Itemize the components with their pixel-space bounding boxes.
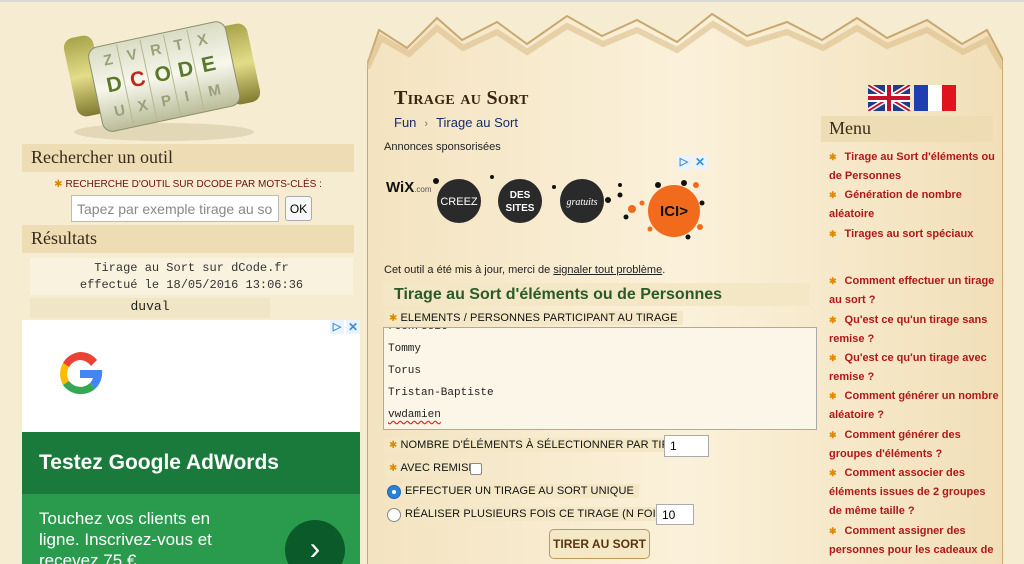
remise-label: ✱ AVEC REMISE — [385, 461, 481, 475]
single-draw-radio[interactable] — [387, 485, 401, 499]
search-heading: Rechercher un outil — [22, 144, 354, 172]
mid-ad-choices[interactable]: ▷ ✕ — [677, 155, 707, 169]
participant-row: Tristan-Baptiste — [388, 387, 494, 399]
ad-info-icon[interactable]: ▷ — [677, 155, 691, 169]
wix-ad-des: DES — [510, 190, 531, 201]
ad-info-icon[interactable]: ▷ — [330, 320, 344, 334]
menu-item-tirage[interactable]: ✱ Tirage au Sort d'éléments ou de Personne… — [829, 148, 1005, 186]
wix-ad-gratuits: gratuits — [566, 197, 597, 208]
menu-item-nombre-aleatoire[interactable]: ✱ Génération de nombre aléatoire — [829, 186, 1005, 224]
star-bullet-icon: ✱ — [829, 190, 837, 200]
breadcrumb: Fun › Tirage au Sort — [394, 115, 518, 130]
result-value[interactable]: duval — [30, 298, 270, 318]
menu-item-generer-groupes[interactable]: ✱ Comment générer des groupes d'éléments ? — [829, 426, 1005, 464]
participant-row: Tommy — [388, 343, 422, 355]
wix-ad-creez: CREEZ — [440, 196, 478, 208]
update-notice: Cet outil a été mis à jour, merci de sig… — [384, 264, 666, 276]
multi-draw-label[interactable]: RÉALISER PLUSIEURS FOIS CE TIRAGE (N FOI… — [401, 507, 690, 521]
draw-button[interactable]: TIRER AU SORT — [549, 529, 650, 559]
result-summary: Tirage au Sort sur dCode.fr effectué le … — [30, 258, 353, 295]
star-bullet-icon: ✱ — [829, 526, 837, 536]
wix-ad-ici: ICI> — [660, 203, 688, 220]
ad-close-icon[interactable]: ✕ — [693, 155, 707, 169]
browser-top-edge — [0, 0, 1024, 2]
breadcrumb-fun[interactable]: Fun — [394, 115, 416, 130]
ad-headline: Testez Google AdWords — [22, 432, 360, 494]
star-bullet-icon: ✱ — [54, 179, 63, 190]
star-bullet-icon: ✱ — [829, 315, 837, 325]
menu-item-associer-elements[interactable]: ✱ Comment associer des éléments issues de … — [829, 464, 1005, 521]
star-bullet-icon: ✱ — [829, 430, 837, 440]
menu-item-generer-nombre[interactable]: ✱ Comment générer un nombre aléatoire ? — [829, 387, 1005, 425]
google-adwords-ad[interactable]: Testez Google AdWords Touchez vos client… — [22, 320, 360, 564]
breadcrumb-separator: › — [424, 118, 429, 130]
star-bullet-icon: ✱ — [829, 468, 837, 478]
dcode-logo[interactable]: ZVRTX UXPIM DCODE — [62, 14, 262, 144]
ad-close-icon[interactable]: ✕ — [346, 320, 360, 334]
participants-textarea[interactable]: rechrecit Tommy Torus Tristan-Baptiste v… — [383, 327, 817, 430]
page-title: Tirage au Sort — [394, 87, 529, 109]
count-input[interactable] — [664, 435, 709, 457]
star-bullet-icon: ✱ — [389, 440, 398, 451]
participant-row: vwdamien — [388, 409, 441, 421]
search-input[interactable] — [71, 195, 279, 222]
participants-label: ✱ ELEMENTS / PERSONNES PARTICIPANT AU TIR… — [385, 311, 683, 325]
google-g-icon — [60, 351, 103, 395]
wix-brand: WiX.com — [386, 179, 432, 196]
menu-item-sans-remise[interactable]: ✱ Qu'est ce qu'un tirage sans remise ? — [829, 311, 1005, 349]
english-flag-icon[interactable] — [868, 85, 912, 111]
french-flag-icon[interactable] — [914, 85, 956, 111]
star-bullet-icon: ✱ — [389, 313, 398, 324]
count-label: ✱ NOMBRE D'ÉLÉMENTS À SÉLECTIONNER PAR TI… — [385, 438, 699, 452]
search-label: ✱ RECHERCHE D'OUTIL SUR DCODE PAR MOTS-CL… — [54, 179, 322, 190]
star-bullet-icon: ✱ — [829, 353, 837, 363]
section-title: Tirage au Sort d'éléments ou de Personne… — [383, 283, 810, 306]
results-heading: Résultats — [22, 225, 354, 253]
times-input[interactable] — [656, 504, 694, 525]
menu-heading: Menu — [821, 116, 993, 142]
star-bullet-icon: ✱ — [829, 276, 837, 286]
multi-draw-radio[interactable] — [387, 508, 401, 522]
search-ok-button[interactable]: OK — [285, 196, 312, 221]
star-bullet-icon: ✱ — [829, 229, 837, 239]
participant-row: Torus — [388, 365, 422, 377]
star-bullet-icon: ✱ — [389, 463, 398, 474]
menu-item-avec-remise[interactable]: ✱ Qu'est ce qu'un tirage avec remise ? — [829, 349, 1005, 387]
remise-checkbox[interactable] — [470, 463, 482, 475]
menu-item-assigner-personnes[interactable]: ✱ Comment assigner des personnes pour les … — [829, 522, 1005, 560]
participant-row: rechrecit — [388, 327, 448, 333]
star-bullet-icon: ✱ — [829, 391, 837, 401]
result-line-1: Tirage au Sort sur dCode.fr — [94, 261, 289, 275]
menu-item-comment-effectuer[interactable]: ✱ Comment effectuer un tirage au sort ? — [829, 272, 1005, 310]
result-line-2: effectué le 18/05/2016 13:06:36 — [79, 278, 304, 292]
wix-ad-sites: SITES — [506, 203, 535, 214]
language-flags — [868, 85, 956, 111]
star-bullet-icon: ✱ — [829, 152, 837, 162]
single-draw-label[interactable]: EFFECTUER UN TIRAGE AU SORT UNIQUE — [401, 484, 639, 498]
report-problem-link[interactable]: signaler tout problème — [553, 264, 662, 276]
menu-item-tirages-speciaux[interactable]: ✱ Tirages au sort spéciaux — [829, 225, 1005, 244]
ad-choices[interactable]: ▷ ✕ — [330, 320, 360, 334]
breadcrumb-current[interactable]: Tirage au Sort — [436, 115, 518, 130]
sponsored-label: Annonces sponsorisées — [384, 141, 501, 153]
wix-ad-banner[interactable]: WiX.com CREEZ DES SITES gratuits ICI> — [384, 155, 708, 245]
